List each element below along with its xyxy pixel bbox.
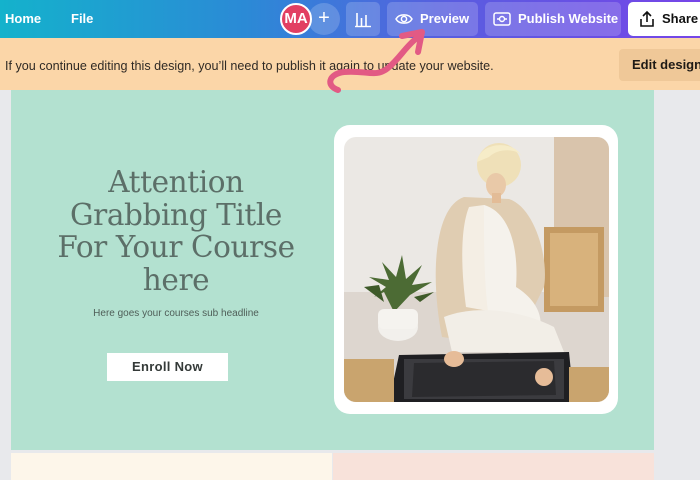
bar-chart-icon [355,13,371,28]
publish-label: Publish Website [518,11,619,26]
eye-icon [395,14,413,24]
share-label: Share [662,11,699,26]
share-button[interactable]: Share [628,2,700,36]
hero-section[interactable]: Attention Grabbing Title For Your Course… [11,90,654,450]
avatar[interactable]: MA [280,3,312,35]
publish-website-button[interactable]: Publish Website [485,2,621,36]
edit-design-button[interactable]: Edit design [619,49,700,81]
enroll-now-button[interactable]: Enroll Now [107,353,228,381]
next-section-right[interactable] [333,453,654,480]
home-link[interactable]: Home [5,0,41,38]
hero-subheadline[interactable]: Here goes your courses sub headline [51,308,301,319]
share-icon [640,10,654,27]
woman-laptop-illustration [344,137,609,402]
hero-image-frame[interactable] [334,125,618,414]
hero-photo[interactable] [344,137,609,402]
file-menu[interactable]: File [71,0,93,38]
hero-title[interactable]: Attention Grabbing Title For Your Course… [51,166,301,296]
next-section-left[interactable] [11,453,332,480]
annotation-arrow [327,29,425,93]
publish-icon [493,12,511,26]
